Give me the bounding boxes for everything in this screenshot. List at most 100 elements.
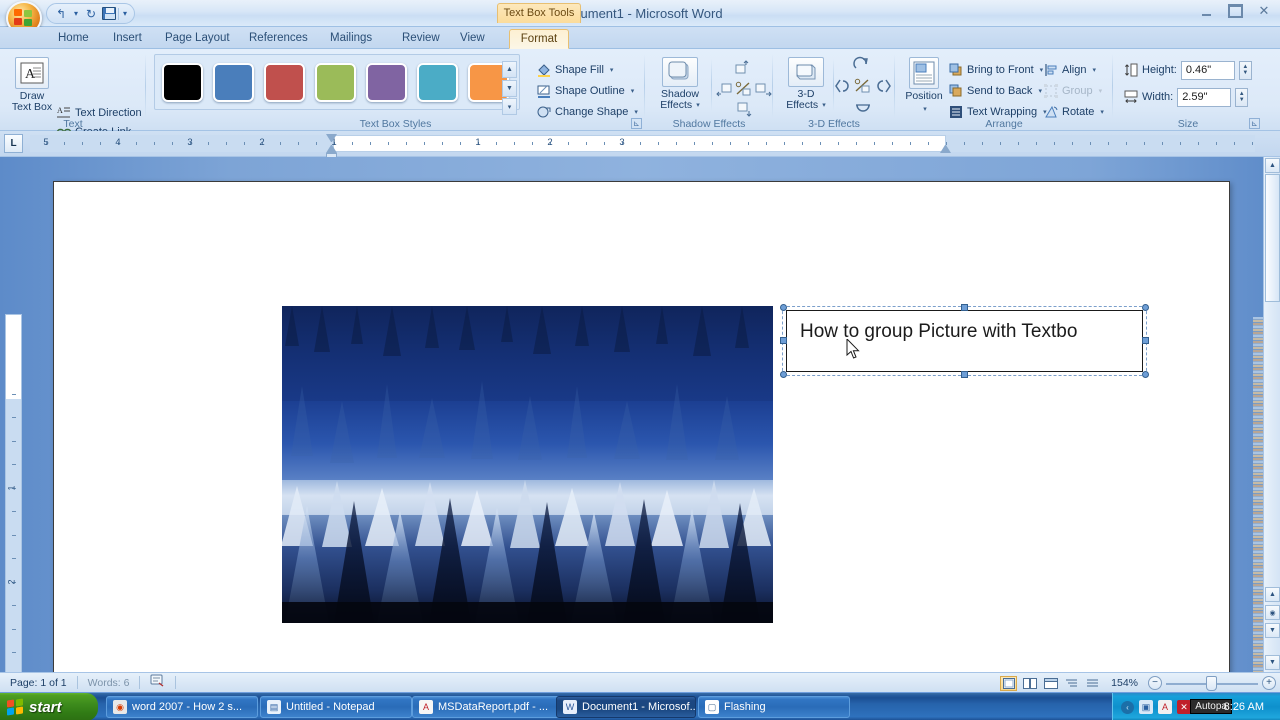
resize-handle-bottom-left[interactable] — [780, 371, 787, 378]
height-spinner[interactable]: ▲ ▼ — [1238, 60, 1252, 80]
align-button[interactable]: Align ▾ — [1043, 61, 1096, 78]
taskbar-item-word[interactable]: W Document1 - Microsof... — [556, 696, 696, 718]
align-caret-icon[interactable]: ▾ — [1092, 66, 1096, 74]
style-swatch-red[interactable] — [264, 62, 305, 102]
security-icon[interactable]: ✕ — [1177, 700, 1191, 714]
right-indent-marker[interactable] — [940, 144, 951, 153]
maximize-button[interactable] — [1225, 3, 1245, 19]
resize-handle-top-center[interactable] — [961, 304, 968, 311]
tab-review[interactable]: Review — [392, 29, 450, 49]
resize-handle-middle-left[interactable] — [780, 337, 787, 344]
shape-outline-caret-icon[interactable]: ▾ — [631, 87, 635, 95]
zoom-slider[interactable] — [1166, 675, 1258, 691]
selected-text-box[interactable]: How to group Picture with Textbo — [780, 304, 1149, 378]
style-swatch-black[interactable] — [162, 62, 203, 102]
hanging-indent-marker[interactable] — [326, 144, 337, 153]
draw-text-box-button[interactable]: A Draw Text Box — [5, 57, 59, 113]
vertical-scrollbar[interactable]: ▲ ▲ ◉ ▼ ▼ — [1263, 157, 1280, 672]
document-page[interactable]: How to group Picture with Textbo — [53, 181, 1230, 672]
taskbar-item-notepad[interactable]: ▤ Untitled - Notepad — [260, 696, 412, 718]
resize-handle-middle-right[interactable] — [1142, 337, 1149, 344]
save-icon[interactable] — [102, 7, 117, 20]
tab-stop-selector[interactable]: L — [4, 134, 23, 153]
style-swatch-teal[interactable] — [417, 62, 458, 102]
width-spinner[interactable]: ▲ ▼ — [1235, 87, 1249, 107]
three-d-effects-button[interactable]: 3-D Effects ▾ — [779, 57, 833, 111]
send-to-back-button[interactable]: Send to Back ▾ — [948, 82, 1042, 99]
tilt-up-button[interactable] — [851, 54, 871, 73]
three-d-on-off-button[interactable] — [853, 76, 873, 95]
taskbar-item-browser[interactable]: ◉ word 2007 - How 2 s... — [106, 696, 258, 718]
draft-view-button[interactable] — [1084, 676, 1101, 691]
word-count[interactable]: Words: 6 — [78, 673, 140, 693]
textbox-styles-gallery[interactable]: ▲ ▼ ▾ — [154, 54, 520, 115]
proofing-errors-icon[interactable] — [140, 673, 175, 693]
horizontal-ruler[interactable]: 54321123 — [30, 134, 1255, 159]
zoom-out-button[interactable]: − — [1148, 676, 1162, 690]
nudge-shadow-right-button[interactable] — [753, 79, 773, 98]
page-indicator[interactable]: Page: 1 of 1 — [0, 673, 77, 693]
position-button[interactable]: Position ▾ — [897, 57, 951, 115]
tab-format[interactable]: Format — [509, 29, 569, 49]
customize-qat-caret-icon[interactable]: ▾ — [121, 9, 129, 18]
resize-handle-bottom-right[interactable] — [1142, 371, 1149, 378]
tab-home[interactable]: Home — [48, 29, 99, 49]
tab-references[interactable]: References — [239, 29, 318, 49]
shape-fill-caret-icon[interactable]: ▾ — [610, 66, 614, 74]
text-box-frame[interactable]: How to group Picture with Textbo — [786, 310, 1143, 372]
next-page-button[interactable]: ▼ — [1265, 623, 1280, 638]
nudge-shadow-down-button[interactable] — [734, 99, 754, 118]
scroll-up-button[interactable]: ▲ — [1265, 158, 1280, 173]
gallery-scroll-down-button[interactable]: ▼ — [502, 79, 517, 97]
send-to-back-caret-icon[interactable]: ▾ — [1038, 87, 1042, 95]
show-hidden-icons-button[interactable]: ‹ — [1121, 700, 1134, 714]
tilt-down-button[interactable] — [853, 97, 873, 116]
winter-forest-picture[interactable] — [282, 306, 773, 623]
resize-handle-top-right[interactable] — [1142, 304, 1149, 311]
first-line-indent-marker[interactable] — [326, 134, 337, 143]
tilt-left-button[interactable] — [833, 76, 853, 95]
zoom-slider-thumb[interactable] — [1206, 675, 1217, 691]
gallery-scroll-up-button[interactable]: ▲ — [502, 61, 517, 78]
taskbar-clock[interactable]: 8:26 AM — [1224, 693, 1264, 720]
undo-icon[interactable]: ↰ — [52, 5, 70, 22]
close-button[interactable]: ✕ — [1254, 3, 1274, 19]
size-dialog-launcher[interactable]: ⊾ — [1249, 118, 1260, 129]
style-swatch-purple[interactable] — [366, 62, 407, 102]
start-button[interactable]: start — [0, 693, 98, 720]
textbox-styles-dialog-launcher[interactable]: ⊾ — [631, 118, 642, 129]
tilt-right-button[interactable] — [873, 76, 893, 95]
text-box-content[interactable]: How to group Picture with Textbo — [800, 321, 1077, 343]
network-icon[interactable]: ▣ — [1139, 700, 1153, 714]
resize-handle-bottom-center[interactable] — [961, 371, 968, 378]
web-layout-view-button[interactable] — [1042, 676, 1059, 691]
zoom-level[interactable]: 154% — [1105, 673, 1144, 693]
tab-view[interactable]: View — [450, 29, 495, 49]
height-input[interactable]: 0.46" — [1180, 60, 1235, 80]
select-browse-object-button[interactable]: ◉ — [1265, 605, 1280, 620]
shape-outline-button[interactable]: Shape Outline ▾ — [536, 82, 634, 99]
change-shape-caret-icon[interactable]: ▾ — [634, 108, 638, 116]
gallery-more-button[interactable]: ▾ — [502, 98, 517, 115]
vertical-ruler[interactable]: 123 — [5, 314, 22, 672]
nudge-shadow-left-button[interactable] — [715, 79, 735, 98]
shadow-on-off-button[interactable] — [734, 79, 754, 98]
zoom-in-button[interactable]: + — [1262, 676, 1276, 690]
minimize-button[interactable] — [1196, 3, 1216, 19]
shape-fill-button[interactable]: Shape Fill ▾ — [536, 61, 613, 78]
three-d-effects-caret-icon[interactable]: ▾ — [822, 100, 826, 111]
outline-view-button[interactable] — [1063, 676, 1080, 691]
undo-caret-icon[interactable]: ▾ — [72, 9, 80, 18]
taskbar-item-pdf[interactable]: A MSDataReport.pdf - ... — [412, 696, 564, 718]
tab-page-layout[interactable]: Page Layout — [155, 29, 240, 49]
full-screen-reading-view-button[interactable] — [1021, 676, 1038, 691]
resize-handle-top-left[interactable] — [780, 304, 787, 311]
pdf-tray-icon[interactable]: A — [1158, 700, 1172, 714]
shadow-effects-button[interactable]: Shadow Effects ▾ — [653, 57, 707, 111]
tab-insert[interactable]: Insert — [103, 29, 152, 49]
style-swatch-blue[interactable] — [213, 62, 254, 102]
scroll-down-button[interactable]: ▼ — [1265, 655, 1280, 670]
style-swatch-green[interactable] — [315, 62, 356, 102]
scrollbar-thumb[interactable] — [1265, 174, 1280, 302]
position-caret-icon[interactable]: ▾ — [923, 104, 927, 115]
